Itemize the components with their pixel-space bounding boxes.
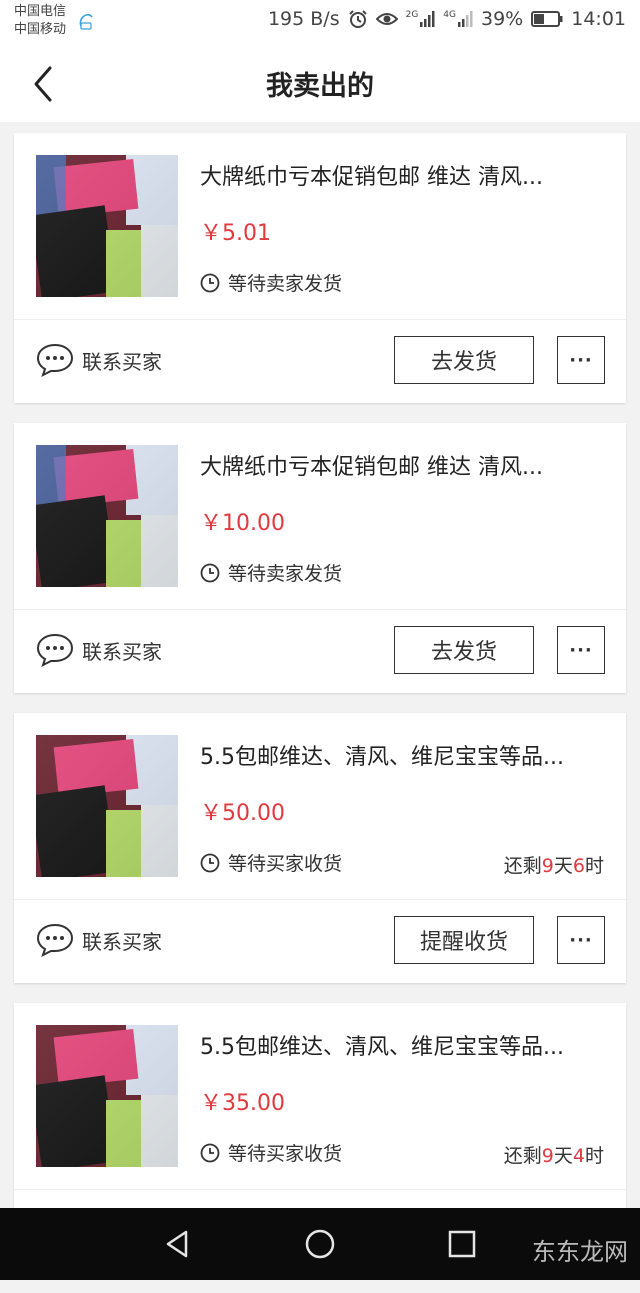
order-status-text: 等待买家收货 [228, 853, 343, 875]
order-card: 大牌纸巾亏本促销包邮 维达 清风... ￥5.01 等待卖家发货 联系买家 去发… [14, 133, 626, 403]
status-bar: 中国电信 中国移动 195 B/s 2G 4G 39% 14:01 [0, 0, 640, 44]
network-speed: 195 B/s [267, 8, 340, 30]
triangle-back-icon[interactable] [160, 1226, 196, 1262]
order-card: 大牌纸巾亏本促销包邮 维达 清风... ￥10.00 等待卖家发货 联系买家 去… [14, 423, 626, 693]
more-options-button[interactable]: ··· [557, 916, 605, 964]
page-title: 我卖出的 [266, 71, 374, 102]
divider [14, 1189, 626, 1190]
order-status: 等待卖家发货 [200, 269, 342, 296]
status-icons: 195 B/s 2G 4G 39% 14:01 [268, 8, 626, 30]
signal-icon-b [458, 11, 473, 27]
contact-buyer-label: 联系买家 [82, 929, 162, 954]
clock-icon [200, 563, 220, 582]
remaining-hours: 6 [572, 855, 585, 877]
product-thumbnail[interactable] [36, 445, 178, 587]
network-type-a: 2G [405, 10, 419, 20]
battery-icon [531, 11, 563, 27]
carrier-1: 中国电信 [14, 4, 67, 19]
order-status: 等待买家收货 [200, 849, 342, 876]
order-card: 5.5包邮维达、清风、维尼宝宝等品... ￥50.00 等待买家收货 还剩9天6… [14, 713, 626, 983]
watermark: 东东龙网 [532, 1238, 628, 1266]
remaining-hours: 4 [572, 1145, 585, 1167]
product-thumbnail[interactable] [36, 735, 178, 877]
clock-time: 14:01 [571, 8, 626, 30]
eye-comfort-icon [375, 13, 398, 25]
order-status: 等待卖家发货 [200, 559, 342, 586]
divider [14, 319, 626, 320]
contact-buyer-button[interactable]: 联系买家 [36, 633, 162, 667]
product-title[interactable]: 5.5包邮维达、清风、维尼宝宝等品... [200, 739, 600, 771]
contact-buyer-label: 联系买家 [82, 639, 162, 664]
order-status: 等待买家收货 [200, 1139, 342, 1166]
remind-receipt-button[interactable]: 提醒收货 [394, 916, 534, 964]
clock-icon [200, 273, 220, 292]
contact-buyer-label: 联系买家 [82, 349, 162, 374]
system-nav-bar: 东东龙网 [0, 1208, 640, 1280]
product-title[interactable]: 大牌纸巾亏本促销包邮 维达 清风... [200, 159, 600, 191]
product-title[interactable]: 大牌纸巾亏本促销包邮 维达 清风... [200, 449, 600, 481]
remaining-prefix: 还剩 [503, 1145, 542, 1167]
order-list: 大牌纸巾亏本促销包邮 维达 清风... ￥5.01 等待卖家发货 联系买家 去发… [14, 133, 626, 1293]
page-header: 我卖出的 [0, 44, 640, 122]
signal-icon-a [420, 11, 435, 27]
product-price: ￥50.00 [200, 801, 285, 826]
divider [14, 899, 626, 900]
product-thumbnail[interactable] [36, 155, 178, 297]
square-recents-icon[interactable] [444, 1226, 480, 1262]
remaining-days-unit: 天 [553, 855, 573, 877]
alarm-icon [348, 10, 367, 28]
order-status-text: 等待卖家发货 [228, 563, 343, 585]
remaining-prefix: 还剩 [503, 855, 542, 877]
product-thumbnail[interactable] [36, 1025, 178, 1167]
product-price: ￥10.00 [200, 511, 285, 536]
divider [14, 609, 626, 610]
time-remaining: 还剩9天4时 [504, 1141, 604, 1168]
remaining-days: 9 [541, 1145, 554, 1167]
ship-button[interactable]: 去发货 [394, 626, 534, 674]
product-price: ￥5.01 [200, 221, 271, 246]
remaining-hours-unit: 时 [584, 855, 604, 877]
network-type-b: 4G [443, 10, 456, 20]
order-status-text: 等待卖家发货 [228, 273, 343, 295]
battery-percent: 39% [481, 8, 524, 30]
clock-icon [200, 1143, 220, 1162]
more-options-button[interactable]: ··· [557, 336, 605, 384]
product-title[interactable]: 5.5包邮维达、清风、维尼宝宝等品... [200, 1029, 600, 1061]
circle-home-icon[interactable] [302, 1226, 338, 1262]
more-options-button[interactable]: ··· [557, 626, 605, 674]
remaining-hours-unit: 时 [584, 1145, 604, 1167]
chat-bubble-icon [36, 633, 74, 667]
remaining-days: 9 [541, 855, 554, 877]
ship-button[interactable]: 去发货 [394, 336, 534, 384]
order-status-text: 等待买家收货 [228, 1143, 343, 1165]
contact-buyer-button[interactable]: 联系买家 [36, 923, 162, 957]
carrier-info: 中国电信 中国移动 [14, 3, 66, 39]
remaining-days-unit: 天 [553, 1145, 573, 1167]
chat-bubble-icon [36, 343, 74, 377]
time-remaining: 还剩9天6时 [504, 851, 604, 878]
clock-icon [200, 853, 220, 872]
chat-bubble-icon [36, 923, 74, 957]
carrier-2: 中国移动 [14, 22, 67, 37]
contact-buyer-button[interactable]: 联系买家 [36, 343, 162, 377]
product-price: ￥35.00 [200, 1091, 285, 1116]
hd-call-icon [79, 13, 93, 30]
